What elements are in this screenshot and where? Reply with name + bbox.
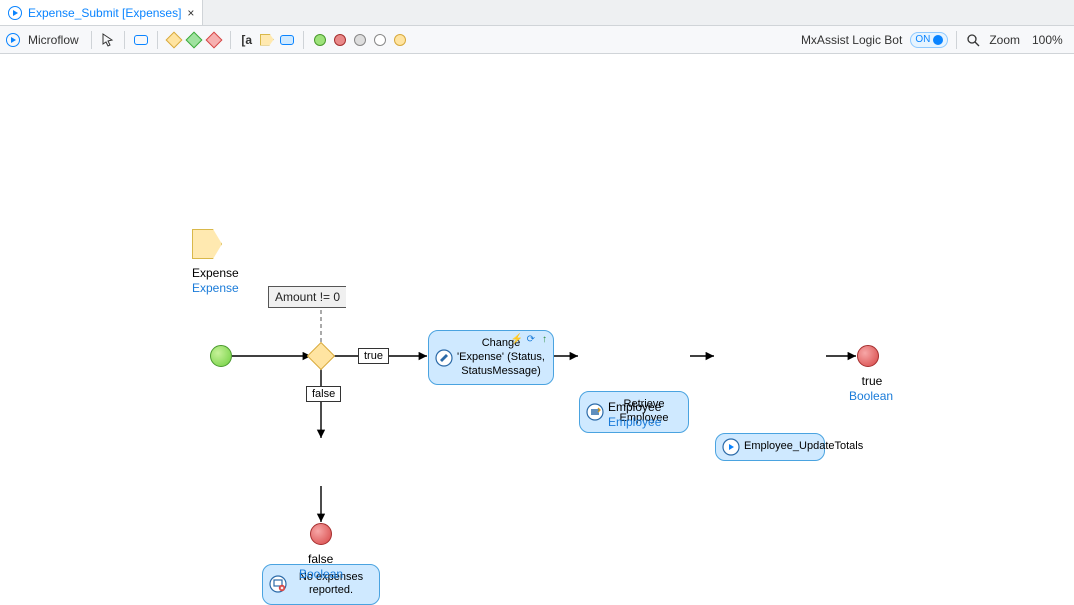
cursor-icon [101, 33, 115, 47]
end-event-icon [334, 34, 346, 46]
error-decision-tool[interactable] [206, 32, 222, 48]
events-icon: ⚡ [511, 334, 523, 347]
start-event[interactable] [210, 345, 232, 367]
activity-tool[interactable] [133, 32, 149, 48]
end-false-type: Boolean [299, 567, 343, 581]
toolbar-separator [157, 31, 158, 49]
change-object-icon [435, 349, 453, 367]
flow-label-false[interactable]: false [306, 386, 341, 402]
decision-icon [165, 31, 182, 48]
merge-icon [185, 31, 202, 48]
end-event-false[interactable] [310, 523, 332, 545]
zoom-label: Zoom [985, 33, 1024, 47]
toolbar: Microflow [a MxAssist Logic Bot [0, 26, 1074, 54]
toggle-dot-icon [933, 35, 943, 45]
magnifier-icon [966, 33, 980, 47]
error-event-tool[interactable] [392, 32, 408, 48]
break-event-tool[interactable] [372, 32, 388, 48]
parameter-name: Expense [192, 266, 239, 280]
document-tab[interactable]: Expense_Submit [Expenses] × [0, 0, 203, 25]
break-event-icon [374, 34, 386, 46]
mxassist-label: MxAssist Logic Bot [797, 33, 906, 47]
tab-title: Expense_Submit [Expenses] [28, 6, 181, 20]
continue-event-icon [354, 34, 366, 46]
retrieve-output-name: Employee [608, 400, 661, 414]
parameter-type: Expense [192, 281, 239, 295]
annotation-icon: [a [241, 33, 252, 47]
error-event-icon [394, 34, 406, 46]
microflow-label: Microflow [24, 33, 83, 47]
end-true-type: Boolean [849, 389, 893, 403]
refresh-icon: ⟳ [527, 334, 535, 347]
commit-icon: ↑ [542, 334, 547, 347]
close-icon[interactable]: × [187, 6, 194, 20]
end-event-true[interactable] [857, 345, 879, 367]
parameter-icon [260, 34, 274, 46]
annotation-tool[interactable]: [a [239, 32, 255, 48]
toolbar-separator [303, 31, 304, 49]
mxassist-state: ON [915, 34, 930, 45]
start-event-icon [314, 34, 326, 46]
toolbar-separator [956, 31, 957, 49]
microflow-icon [8, 6, 22, 20]
loop-icon [280, 35, 294, 45]
activity-change-object[interactable]: ↑ ⟳ ⚡ Change 'Expense' (Status, StatusMe… [428, 330, 554, 385]
call-microflow-icon [722, 438, 740, 456]
end-event-tool[interactable] [332, 32, 348, 48]
annotation-text: Amount != 0 [275, 290, 340, 304]
parameter-expense[interactable] [192, 229, 222, 259]
flow-connectors [0, 54, 1074, 604]
decision-amount[interactable] [307, 342, 335, 370]
error-decision-icon [205, 31, 222, 48]
zoom-fit-button[interactable] [965, 32, 981, 48]
microflow-type-icon [6, 33, 20, 47]
toolbar-separator [124, 31, 125, 49]
retrieve-icon [586, 403, 604, 421]
microflow-canvas[interactable]: Expense Expense Amount != 0 true false ↑… [0, 54, 1074, 604]
end-false-value: false [308, 552, 333, 566]
activity-text: Employee_UpdateTotals [744, 440, 863, 452]
validation-icon [269, 575, 287, 593]
end-true-value: true [857, 374, 887, 388]
activity-icon [134, 35, 148, 45]
tab-bar: Expense_Submit [Expenses] × [0, 0, 1074, 26]
zoom-value[interactable]: 100% [1028, 33, 1068, 47]
merge-tool[interactable] [186, 32, 202, 48]
continue-event-tool[interactable] [352, 32, 368, 48]
parameter-shape-icon [192, 229, 222, 259]
parameter-tool[interactable] [259, 32, 275, 48]
toolbar-separator [91, 31, 92, 49]
decision-tool[interactable] [166, 32, 182, 48]
pointer-tool[interactable] [100, 32, 116, 48]
start-event-tool[interactable] [312, 32, 328, 48]
loop-tool[interactable] [279, 32, 295, 48]
mxassist-toggle[interactable]: ON [910, 32, 948, 48]
toolbar-separator [230, 31, 231, 49]
retrieve-output-type: Employee [608, 415, 661, 429]
decision-annotation[interactable]: Amount != 0 [268, 286, 346, 308]
flow-label-true[interactable]: true [358, 348, 389, 364]
activity-call-microflow[interactable]: Employee_UpdateTotals [715, 433, 825, 461]
